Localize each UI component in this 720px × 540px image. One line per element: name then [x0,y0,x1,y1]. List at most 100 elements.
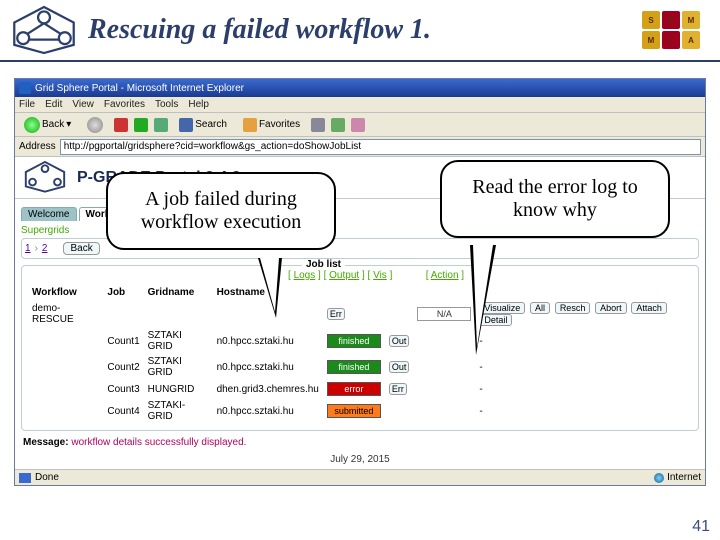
tab-welcome[interactable]: Welcome [21,207,77,221]
address-input[interactable] [60,139,701,155]
portal-logo [21,160,69,196]
err-button[interactable]: Err [389,383,407,395]
history-icon[interactable] [311,118,325,132]
col-workflow: Workflow [28,285,103,300]
cell-host: n0.hpcc.sztaki.hu [213,328,323,354]
err-button[interactable]: Err [327,308,345,320]
table-row: Count2 SZTAKI GRID n0.hpcc.sztaki.hu fin… [28,354,692,380]
menu-file[interactable]: File [19,99,35,110]
link-logs[interactable]: Logs [294,270,316,281]
globe-icon [654,473,664,483]
star-icon [243,118,257,132]
table-row: Count3 HUNGRID dhen.grid3.chemres.hu err… [28,380,692,398]
window-title: Grid Sphere Portal - Microsoft Internet … [35,83,244,94]
vis-na: N/A [417,307,471,321]
all-button[interactable]: All [530,302,550,314]
home-icon[interactable] [154,118,168,132]
menu-help[interactable]: Help [188,99,209,110]
stop-icon[interactable] [114,118,128,132]
browser-toolbar: Back ▾ Search Favorites [15,113,705,137]
message-label: Message: [23,437,69,448]
back-nav-button[interactable]: Back [63,242,99,255]
table-row: demo-RESCUE Err N/A Visualize All Resch … [28,300,692,328]
security-zone: Internet [654,472,701,483]
out-button[interactable]: Out [389,361,410,373]
cell-job: Count2 [103,354,143,380]
cell-grid: SZTAKI GRID [144,328,213,354]
cell-host: n0.hpcc.sztaki.hu [213,398,323,424]
status-badge: error [327,382,381,396]
back-label: Back [42,119,64,130]
cell-actions: - [475,354,692,380]
back-button[interactable]: Back ▾ [19,115,76,135]
cell-wfname: demo-RESCUE [28,300,103,328]
done-icon [19,473,31,483]
cell-grid: HUNGRID [144,380,213,398]
callout-right: Read the error log to know why [440,160,670,238]
callout-tail [260,258,279,312]
puzzle-logo: SEM MLA [638,7,714,53]
address-label: Address [19,141,56,152]
callout-left: A job failed during workflow execution [106,172,336,250]
cell-actions: - [475,398,692,424]
refresh-icon[interactable] [134,118,148,132]
joblist-panel: Job list [ Logs ] [ Output ] [ Vis ] [ A… [21,265,699,431]
table-row: Count4 SZTAKI-GRID n0.hpcc.sztaki.hu sub… [28,398,692,424]
table-row: Count1 SZTAKI GRID n0.hpcc.sztaki.hu fin… [28,328,692,354]
footer-date: July 29, 2015 [15,454,705,465]
cell-actions: - [475,328,692,354]
jobs-table: Workflow Job Gridname Hostname demo-RESC… [28,285,692,424]
message-text: workflow details successfully displayed. [71,437,246,448]
slide-title: Rescuing a failed workflow 1. [88,14,638,46]
menu-edit[interactable]: Edit [45,99,62,110]
link-action[interactable]: Action [431,270,459,281]
link-vis[interactable]: Vis [373,270,387,281]
joblist-title: Job list [302,259,345,270]
forward-button[interactable] [82,115,108,135]
favorites-label: Favorites [259,119,300,130]
resch-button[interactable]: Resch [555,302,591,314]
col-gridname: Gridname [144,285,213,300]
search-icon [179,118,193,132]
cell-grid: SZTAKI GRID [144,354,213,380]
favorites-button[interactable]: Favorites [238,116,305,134]
col-job: Job [103,285,143,300]
menu-favorites[interactable]: Favorites [104,99,145,110]
message-line: Message: workflow details successfully d… [23,437,697,448]
forward-icon [87,117,103,133]
ie-icon [19,82,31,94]
crumb-2[interactable]: 2 [42,243,48,254]
slide-header: Rescuing a failed workflow 1. SEM MLA [0,0,720,62]
address-bar: Address [15,137,705,157]
cell-host: n0.hpcc.sztaki.hu [213,354,323,380]
link-output[interactable]: Output [329,270,359,281]
out-button[interactable]: Out [389,335,410,347]
action-link-row: [ Logs ] [ Output ] [ Vis ] [ Action ] [28,270,692,281]
pgrade-logo [6,4,82,56]
cell-host: dhen.grid3.chemres.hu [213,380,323,398]
browser-menubar: File Edit View Favorites Tools Help [15,97,705,113]
status-badge: finished [327,360,381,374]
table-header-row: Workflow Job Gridname Hostname [28,285,692,300]
browser-statusbar: Done Internet [15,469,705,485]
crumb-1[interactable]: 1 [25,243,31,254]
cell-job: Count4 [103,398,143,424]
zone-label: Internet [667,472,701,483]
slide-number: 41 [692,518,710,536]
status-done: Done [35,472,59,483]
search-button[interactable]: Search [174,116,232,134]
callout-tail [473,245,493,347]
attach-button[interactable]: Attach [631,302,667,314]
menu-view[interactable]: View [72,99,94,110]
browser-window: Grid Sphere Portal - Microsoft Internet … [14,78,706,486]
cell-grid: SZTAKI-GRID [144,398,213,424]
mail-icon[interactable] [331,118,345,132]
browser-titlebar: Grid Sphere Portal - Microsoft Internet … [15,79,705,97]
status-badge: submitted [327,404,381,418]
search-label: Search [195,119,227,130]
cell-job: Count1 [103,328,143,354]
back-icon [24,117,40,133]
print-icon[interactable] [351,118,365,132]
menu-tools[interactable]: Tools [155,99,178,110]
abort-button[interactable]: Abort [595,302,627,314]
